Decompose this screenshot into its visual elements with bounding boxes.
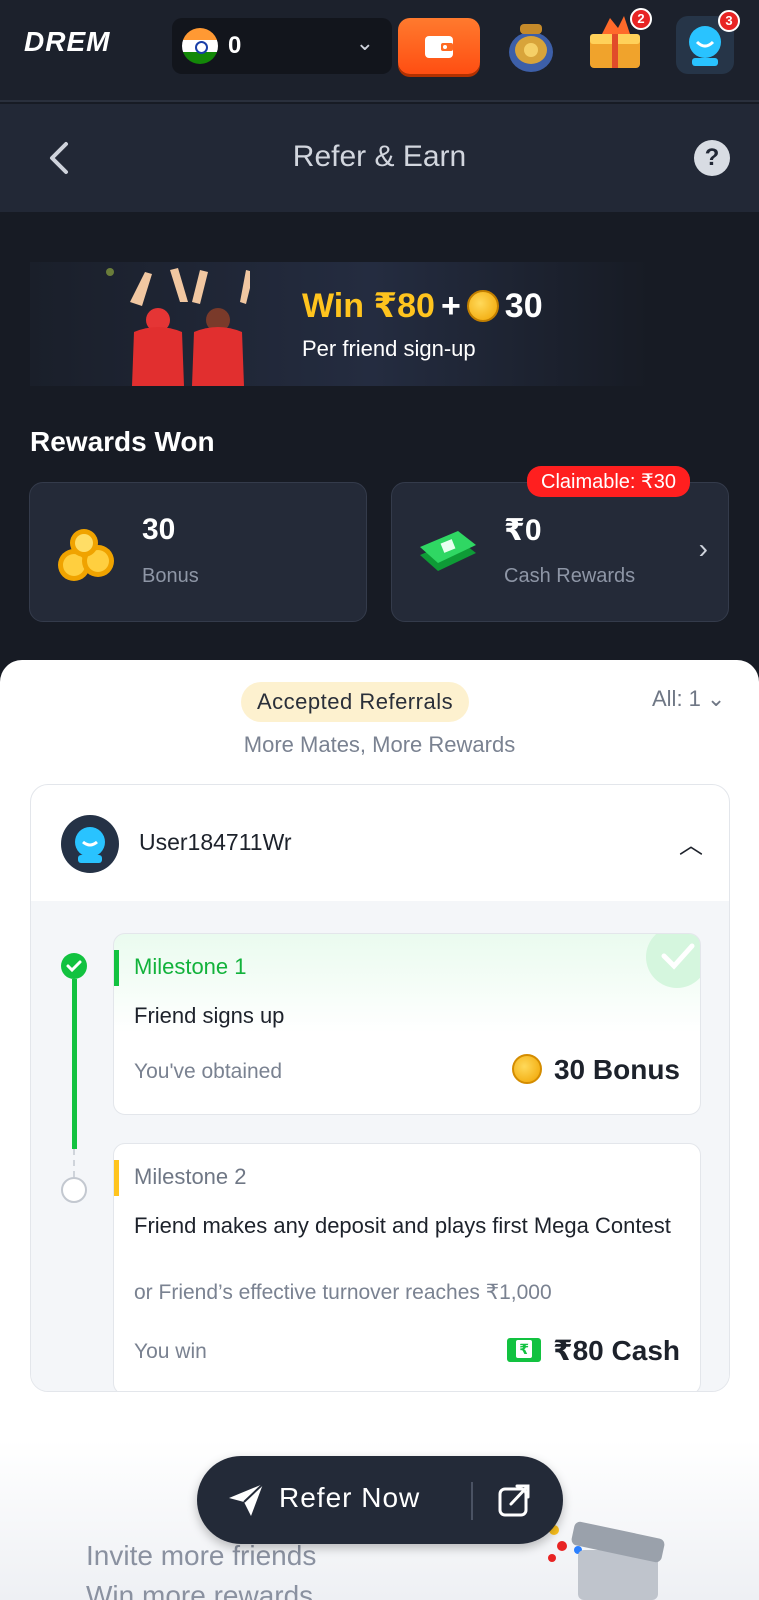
milestone-title: Milestone 1	[134, 954, 247, 979]
milestone-title: Milestone 2	[134, 1164, 247, 1189]
referrals-subtitle: More Mates, More Rewards	[243, 732, 516, 757]
app-logo[interactable]: DREM	[24, 26, 110, 58]
timeline-progress-line	[72, 979, 77, 1149]
referral-username: User184711Wr	[139, 829, 292, 855]
milestone-complete-icon	[61, 953, 87, 979]
treasure-pot-button[interactable]	[500, 14, 562, 76]
chest-badge: 2	[630, 8, 652, 30]
chevron-down-icon: ⌄	[355, 30, 374, 55]
profile-avatar-button[interactable]: 3	[676, 10, 740, 74]
balance-selector[interactable]: 0 ⌄	[172, 18, 392, 74]
milestone-accent-bar	[114, 1160, 119, 1196]
paper-plane-icon	[229, 1483, 264, 1516]
treasure-pot-icon	[509, 24, 553, 72]
cash-value: ₹0	[504, 514, 542, 547]
referral-card-header[interactable]: User184711Wr ︿	[31, 785, 729, 901]
milestone-accent-bar	[114, 950, 119, 986]
referral-filter-dropdown[interactable]: All: 1 ⌄	[652, 686, 725, 712]
cash-label: Cash Rewards	[504, 565, 636, 587]
milestone-card-1: Milestone 1 Friend signs up You've obtai…	[113, 933, 701, 1115]
claimable-badge[interactable]: Claimable: ₹30	[527, 466, 691, 497]
bonus-value: 30	[142, 513, 176, 546]
milestone-reward: ₹80 Cash	[507, 1334, 680, 1367]
cash-icon	[507, 1338, 542, 1362]
cash-rewards-card[interactable]: ₹0 Cash Rewards ›	[391, 482, 729, 622]
gift-box-icon	[548, 1521, 665, 1600]
wallet-button[interactable]	[398, 18, 480, 74]
celebrating-players-image	[106, 268, 250, 386]
user-avatar-icon	[75, 827, 105, 863]
refer-now-label: Refer Now	[279, 1482, 421, 1513]
banner-headline: Win ₹80 +30	[302, 286, 543, 326]
chevron-right-icon: ›	[698, 533, 708, 564]
gift-chest-button[interactable]: 2	[584, 8, 652, 76]
gold-coins-icon	[58, 529, 114, 581]
milestone-reward-label: You've obtained	[134, 1060, 283, 1083]
milestone-alt-condition: or Friend’s effective turnover reaches ₹…	[134, 1281, 552, 1304]
timeline-pending-line	[73, 1149, 75, 1177]
filter-label: All: 1	[652, 686, 701, 711]
share-icon[interactable]	[497, 1482, 531, 1518]
banner-plus: +	[440, 287, 461, 325]
india-flag-icon	[182, 28, 218, 64]
profile-badge: 3	[718, 10, 740, 32]
help-icon[interactable]: ?	[694, 140, 730, 176]
milestone-reward: 30 Bonus	[511, 1054, 680, 1086]
banner-win-amount: Win ₹80	[302, 287, 435, 325]
top-bar: DREM 0 ⌄ 2 3	[0, 0, 759, 102]
page-title: Refer & Earn	[292, 140, 467, 173]
page-header: Refer & Earn ?	[0, 104, 759, 212]
cash-stack-icon	[420, 531, 476, 571]
refer-now-button[interactable]: Refer Now	[197, 1456, 563, 1544]
checkmark-icon	[646, 934, 700, 988]
referral-card: User184711Wr ︿ Milestone 1 Friend signs …	[30, 784, 730, 1392]
wallet-icon	[425, 36, 453, 58]
milestones-section: Milestone 1 Friend signs up You've obtai…	[31, 901, 729, 1391]
bonus-reward-card: 30 Bonus	[29, 482, 367, 622]
milestone-reward-label: You win	[134, 1340, 207, 1363]
coin-icon	[511, 1054, 542, 1084]
bonus-label: Bonus	[142, 565, 199, 587]
balance-value: 0	[228, 32, 242, 59]
milestone-task: Friend signs up	[134, 1003, 285, 1028]
milestone-pending-icon	[61, 1177, 87, 1203]
chevron-down-icon: ⌄	[706, 686, 726, 711]
invite-text-line1: Invite more friends	[86, 1540, 317, 1571]
button-divider	[471, 1482, 473, 1520]
avatar	[61, 815, 119, 873]
banner-coins: 30	[504, 287, 543, 325]
rewards-won-heading: Rewards Won	[30, 426, 215, 457]
milestone-task: Friend makes any deposit and plays first…	[134, 1213, 671, 1238]
invite-text-line2: Win more rewards	[86, 1580, 314, 1600]
banner-subtitle: Per friend sign-up	[302, 336, 476, 361]
promo-banner[interactable]: Win ₹80 +30 Per friend sign-up	[30, 262, 650, 386]
accepted-referrals-tab[interactable]: Accepted Referrals	[241, 682, 470, 722]
milestone-card-2: Milestone 2 Friend makes any deposit and…	[113, 1143, 701, 1391]
chevron-up-icon[interactable]: ︿	[679, 825, 703, 860]
coin-icon	[466, 290, 499, 322]
